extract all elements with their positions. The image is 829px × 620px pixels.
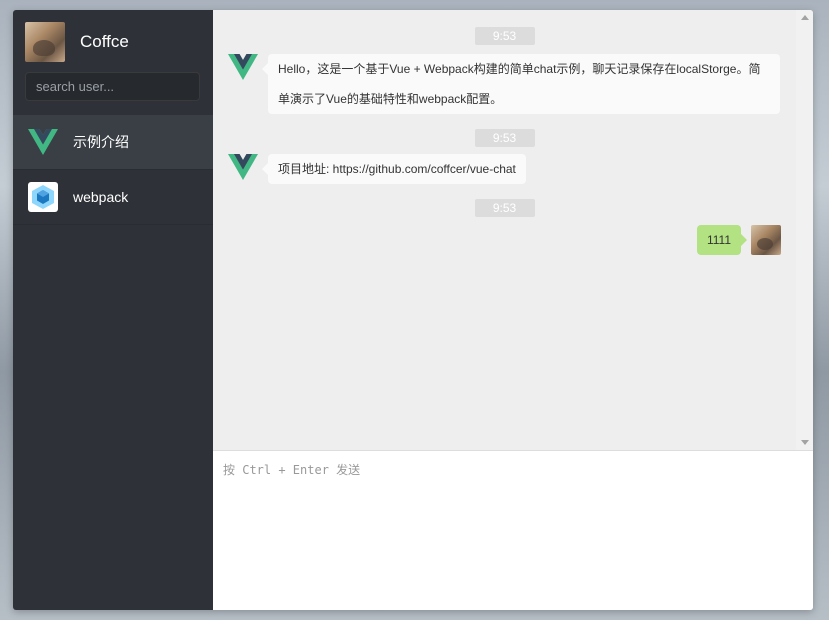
session-item-intro[interactable]: 示例介绍 [13,115,213,170]
session-name: 示例介绍 [73,134,129,150]
time-divider: 9:53 [213,199,796,217]
user-profile: Coffce [13,10,213,115]
session-item-webpack[interactable]: webpack [13,170,213,225]
vue-logo-icon [227,54,258,84]
message-scrollbar[interactable] [796,10,813,450]
message-list[interactable]: 9:53 Hello，这是一个基于Vue + Webpack构建的简单chat示… [213,10,796,450]
message-time: 9:53 [474,27,535,45]
webpack-logo-icon [28,182,58,212]
time-divider: 9:53 [213,27,796,45]
message-time: 9:53 [474,129,535,147]
message-item: 项目地址: https://github.com/coffcer/vue-cha… [227,154,526,184]
message-item: Hello，这是一个基于Vue + Webpack构建的简单chat示例，聊天记… [227,54,781,114]
chat-app-window: Coffce 示例介绍 [13,10,813,610]
vue-logo-icon [227,154,258,184]
message-editor [213,450,813,610]
session-list: 示例介绍 webpack [13,115,213,225]
time-divider: 9:53 [213,129,796,147]
vue-logo-icon [28,127,58,157]
message-bubble: 项目地址: https://github.com/coffcer/vue-cha… [262,154,526,184]
chat-main: 9:53 Hello，这是一个基于Vue + Webpack构建的简单chat示… [213,10,813,610]
session-name: webpack [73,189,129,205]
message-input[interactable] [213,451,813,610]
message-time: 9:53 [474,199,535,217]
message-bubble-self: 1111 [696,225,748,255]
user-name: Coffce [80,32,129,51]
user-avatar [25,22,65,62]
message-item-self: 1111 [696,225,781,255]
sidebar: Coffce 示例介绍 [13,10,213,610]
self-avatar [751,225,781,255]
scroll-down-arrow-icon[interactable] [801,440,809,445]
message-bubble: Hello，这是一个基于Vue + Webpack构建的简单chat示例，聊天记… [262,54,780,114]
search-user-input[interactable] [25,72,200,101]
scroll-up-arrow-icon[interactable] [801,15,809,20]
